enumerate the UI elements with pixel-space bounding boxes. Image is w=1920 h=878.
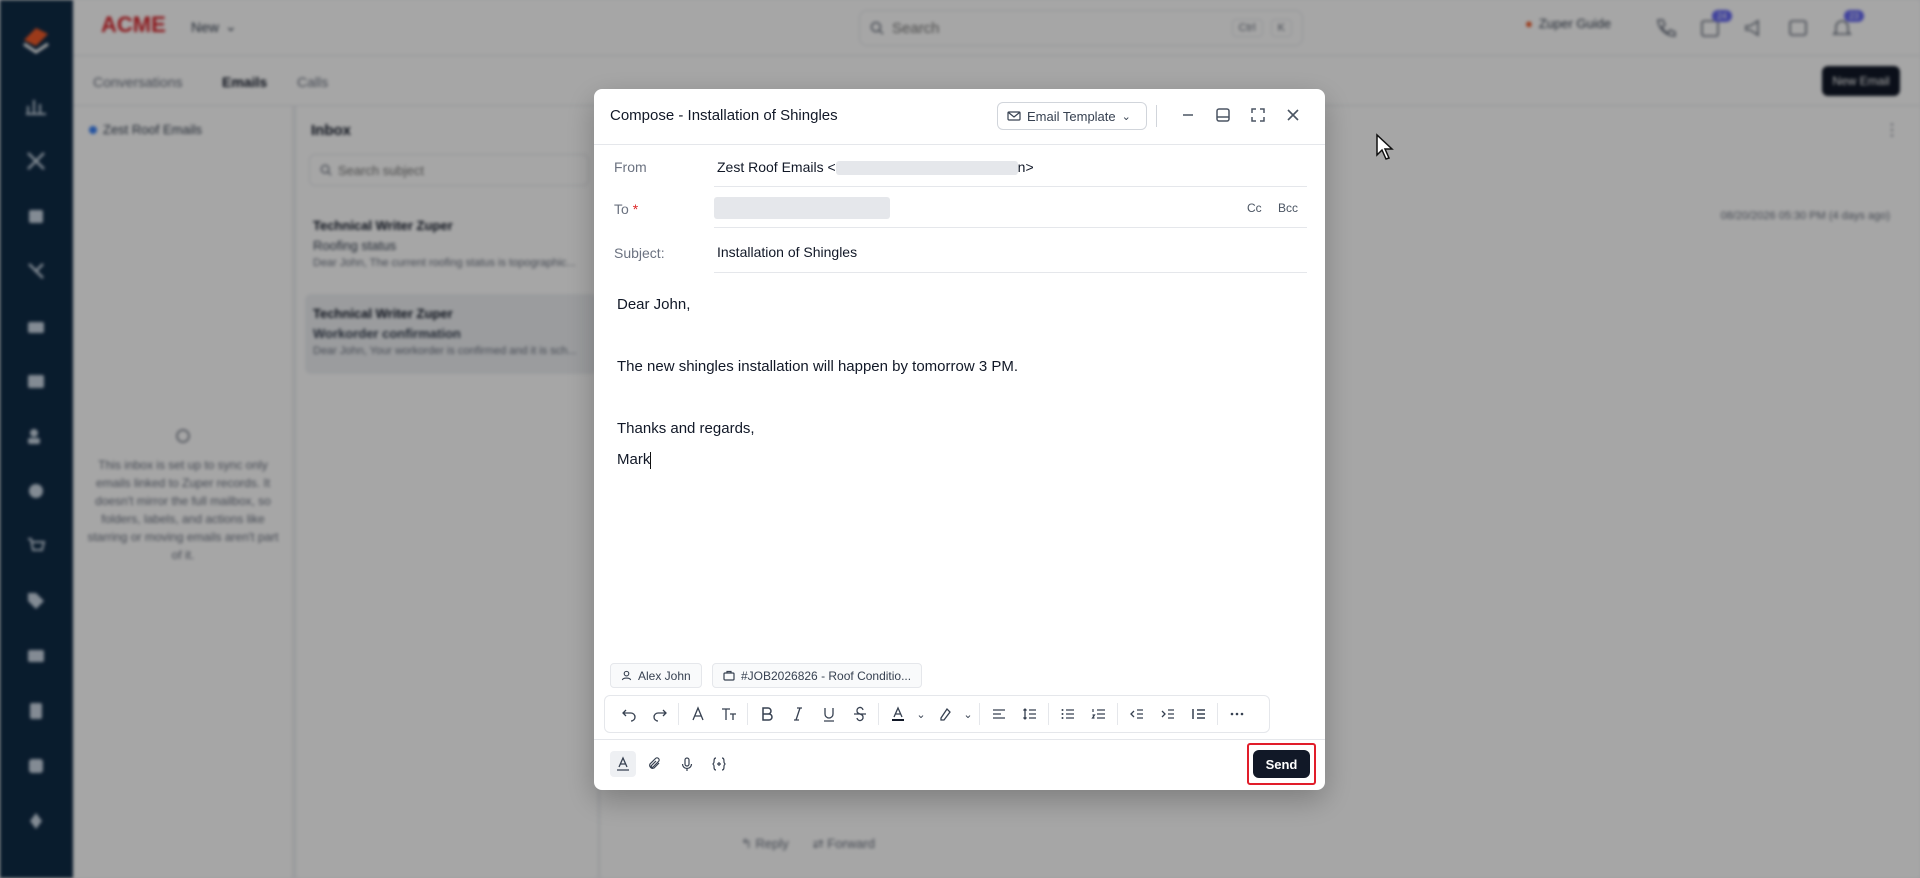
from-name: Zest Roof Emails < [717, 159, 836, 175]
send-button[interactable]: Send [1253, 750, 1310, 778]
blockquote-icon[interactable] [1183, 700, 1214, 728]
redacted-recipient [714, 197, 890, 219]
chevron-down-icon[interactable]: ⌄ [960, 700, 976, 728]
field-divider [714, 272, 1307, 273]
redacted-email [835, 161, 1018, 176]
line-height-icon[interactable] [1014, 700, 1045, 728]
field-divider [714, 186, 1307, 187]
align-left-icon[interactable] [983, 700, 1014, 728]
compose-title: Compose - Installation of Shingles [610, 107, 838, 124]
italic-icon[interactable] [782, 700, 813, 728]
toolbar-divider [1117, 703, 1118, 725]
highlight-icon[interactable] [929, 700, 960, 728]
font-family-icon[interactable] [682, 700, 713, 728]
to-label: To * [614, 201, 638, 217]
from-tail: n> [1017, 159, 1034, 175]
send-highlight: Send [1247, 743, 1316, 785]
from-field[interactable]: Zest Roof Emails < n> [717, 159, 1034, 176]
toolbar-divider [747, 703, 748, 725]
numbered-list-icon[interactable] [1083, 700, 1114, 728]
bullet-list-icon[interactable] [1052, 700, 1083, 728]
body-line: Dear John, [617, 296, 691, 313]
text-caret [650, 451, 652, 469]
body-line-last: Mark [617, 444, 1297, 475]
chevron-down-icon: ⌄ [1121, 110, 1131, 123]
mail-icon [1007, 111, 1021, 121]
bcc-button[interactable]: Bcc [1278, 201, 1298, 215]
toolbar-divider [1048, 703, 1049, 725]
email-template-dropdown[interactable]: Email Template ⌄ [997, 102, 1147, 130]
body-line: The new shingles installation will happe… [617, 358, 1019, 375]
mouse-pointer-icon [1376, 133, 1394, 160]
body-line: Thanks and regards, [617, 420, 755, 437]
strikethrough-icon[interactable] [844, 700, 875, 728]
footer-separator [594, 739, 1325, 740]
body-line [617, 320, 1297, 351]
body-line: Mark [617, 451, 651, 468]
required-marker: * [632, 201, 639, 217]
dock-icon[interactable] [1213, 105, 1233, 125]
toolbar-divider [1217, 703, 1218, 725]
chevron-down-icon[interactable]: ⌄ [913, 700, 929, 728]
contact-chip[interactable]: Alex John [610, 663, 702, 688]
job-chip[interactable]: #JOB2026826 - Roof Conditio... [712, 663, 923, 688]
text-format-toggle-icon[interactable] [610, 751, 636, 777]
indent-icon[interactable] [1152, 700, 1183, 728]
briefcase-icon [723, 670, 735, 681]
header-separator [594, 144, 1325, 145]
font-size-icon[interactable] [713, 700, 744, 728]
toolbar-divider [878, 703, 879, 725]
redo-icon[interactable] [644, 700, 675, 728]
close-icon[interactable] [1283, 105, 1303, 125]
minimize-icon[interactable] [1178, 105, 1198, 125]
microphone-icon[interactable] [674, 751, 700, 777]
undo-icon[interactable] [613, 700, 644, 728]
bold-icon[interactable] [751, 700, 782, 728]
message-body[interactable]: Dear John, The new shingles installation… [617, 289, 1297, 475]
toolbar-divider [979, 703, 980, 725]
subject-input[interactable]: Installation of Shingles [717, 244, 857, 260]
cc-button[interactable]: Cc [1247, 201, 1262, 215]
body-line [617, 382, 1297, 413]
from-label: From [614, 159, 647, 175]
more-options-icon[interactable] [1221, 700, 1252, 728]
toolbar-divider [678, 703, 679, 725]
attachment-icon[interactable] [642, 751, 668, 777]
underline-icon[interactable] [813, 700, 844, 728]
subject-label: Subject: [614, 245, 665, 261]
format-toolbar: ⌄ ⌄ [604, 695, 1270, 733]
compose-dialog: Compose - Installation of Shingles Email… [594, 89, 1325, 790]
expand-icon[interactable] [1248, 105, 1268, 125]
to-label-text: To [614, 201, 629, 217]
job-chip-label: #JOB2026826 - Roof Conditio... [741, 668, 912, 683]
outdent-icon[interactable] [1121, 700, 1152, 728]
variables-icon[interactable] [706, 751, 732, 777]
text-color-icon[interactable] [882, 700, 913, 728]
contact-chip-label: Alex John [638, 668, 691, 683]
user-icon [621, 670, 632, 681]
email-template-label: Email Template [1027, 108, 1116, 124]
header-divider [1156, 105, 1157, 127]
to-field[interactable] [714, 197, 890, 219]
field-divider [714, 227, 1307, 228]
